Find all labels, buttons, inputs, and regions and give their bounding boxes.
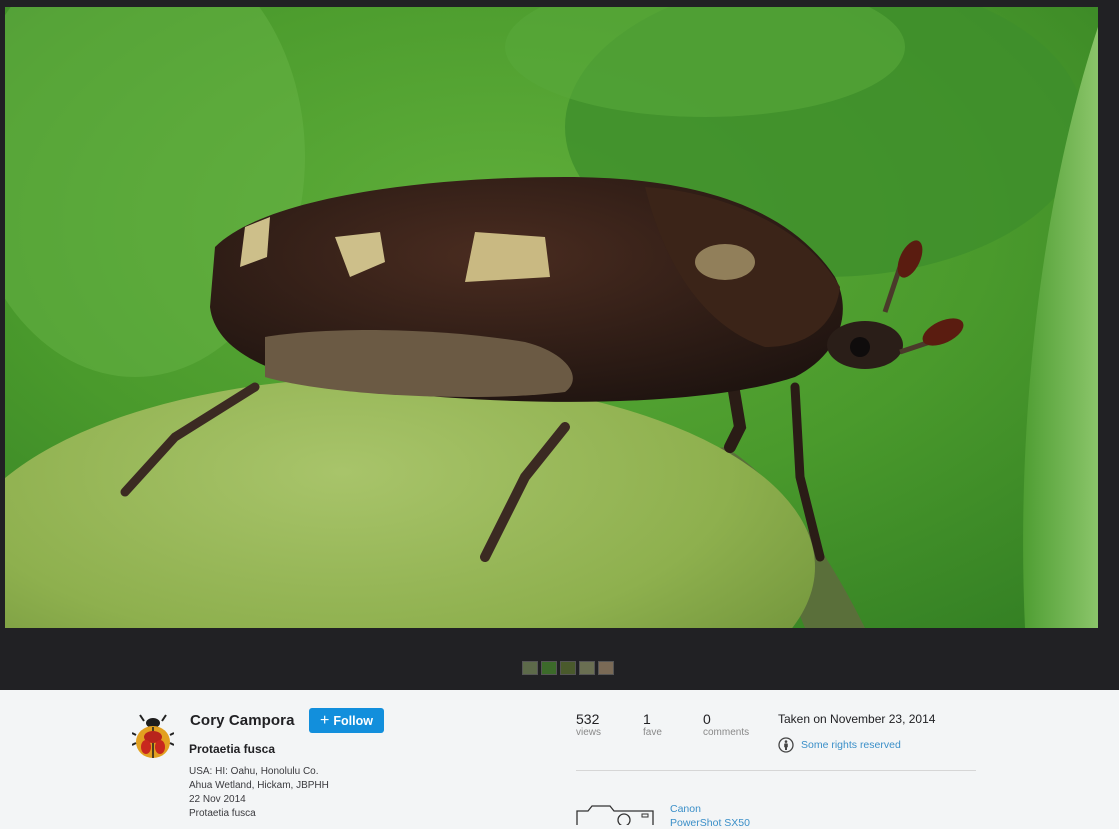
faves-label: fave (643, 727, 662, 738)
views-count: 532 (576, 711, 600, 727)
description-line: USA: HI: Oahu, Honolulu Co. (189, 766, 319, 777)
plus-icon: + (320, 711, 330, 729)
photo-info-panel: Cory Campora + Follow Protaetia fusca US… (0, 690, 1119, 829)
follow-button[interactable]: + Follow (309, 708, 384, 733)
description-line: Ahua Wetland, Hickam, JBPHH (189, 780, 329, 791)
filmstrip-thumbnail[interactable] (522, 661, 538, 675)
filmstrip-thumbnail[interactable] (598, 661, 614, 675)
beetle-photo-image (5, 7, 1098, 628)
description-line: Protaetia fusca (189, 808, 256, 819)
filmstrip-thumbnail[interactable] (579, 661, 595, 675)
divider (576, 770, 976, 771)
filmstrip (522, 661, 614, 675)
camera-icon (576, 805, 654, 825)
comments-stat[interactable]: 0 comments (703, 711, 773, 739)
follow-label: Follow (333, 713, 373, 728)
attribution-icon (778, 737, 794, 753)
photo-title: Protaetia fusca (189, 742, 276, 756)
date-taken[interactable]: Taken on November 23, 2014 (778, 712, 935, 726)
license-link[interactable]: Some rights reserved (778, 737, 901, 753)
comments-label: comments (703, 727, 750, 738)
photo-description: USA: HI: Oahu, Honolulu Co. Ahua Wetland… (189, 765, 329, 821)
faves-stat[interactable]: 1 fave (643, 711, 703, 739)
photo-stats: 532 views 1 fave 0 comments (576, 711, 773, 739)
photo-stage (0, 0, 1119, 690)
owner-name-link[interactable]: Cory Campora (190, 712, 295, 729)
camera-make-link[interactable]: Canon (670, 803, 701, 815)
faves-count: 1 (643, 711, 651, 727)
views-label: views (576, 727, 602, 738)
camera-model-link[interactable]: PowerShot SX50 (670, 817, 750, 829)
owner-avatar[interactable] (132, 713, 174, 759)
comments-count: 0 (703, 711, 711, 727)
main-photo[interactable] (5, 7, 1098, 628)
filmstrip-thumbnail[interactable] (560, 661, 576, 675)
filmstrip-thumbnail[interactable] (541, 661, 557, 675)
views-stat: 532 views (576, 711, 643, 739)
description-line: 22 Nov 2014 (189, 794, 246, 805)
license-label: Some rights reserved (801, 739, 901, 751)
